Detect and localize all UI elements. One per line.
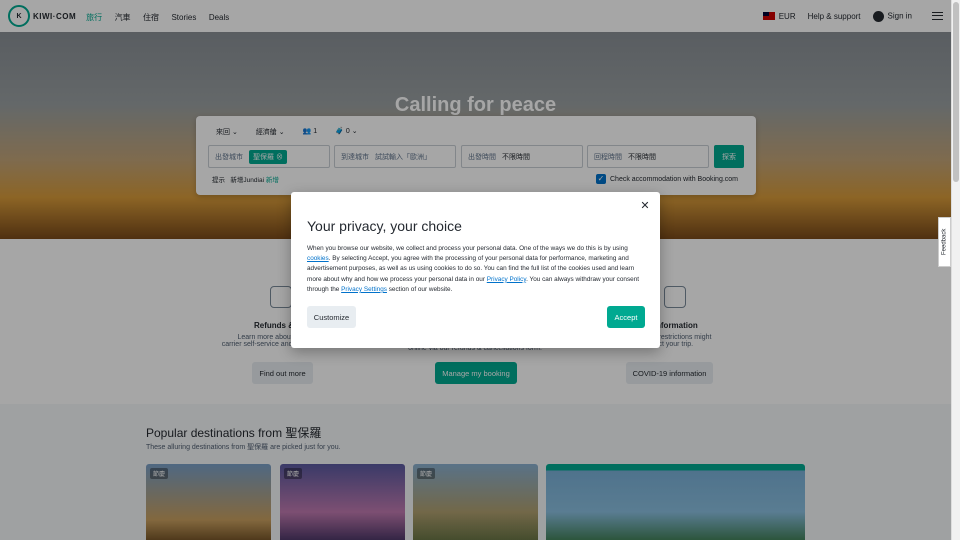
privacy-policy-link[interactable]: Privacy Policy <box>487 276 526 283</box>
modal-body: When you browse our website, we collect … <box>307 244 645 295</box>
privacy-settings-link[interactable]: Privacy Settings <box>341 286 387 293</box>
cookies-link[interactable]: cookies <box>307 255 329 262</box>
modal-text-1: When you browse our website, we collect … <box>307 245 628 252</box>
scrollbar-thumb[interactable] <box>953 2 959 182</box>
page: K KIWI·COM 旅行 汽車 住宿 Stories Deals EUR He… <box>0 0 951 540</box>
feedback-tab[interactable]: Feedback <box>938 217 951 267</box>
accept-button[interactable]: Accept <box>607 306 645 328</box>
modal-text-4: section of our website. <box>388 285 453 293</box>
privacy-modal: ✕ Your privacy, your choice When you bro… <box>291 192 660 348</box>
customize-button[interactable]: Customize <box>307 306 356 328</box>
modal-title: Your privacy, your choice <box>307 218 462 234</box>
close-icon[interactable]: ✕ <box>638 199 652 213</box>
scrollbar[interactable] <box>951 0 960 540</box>
